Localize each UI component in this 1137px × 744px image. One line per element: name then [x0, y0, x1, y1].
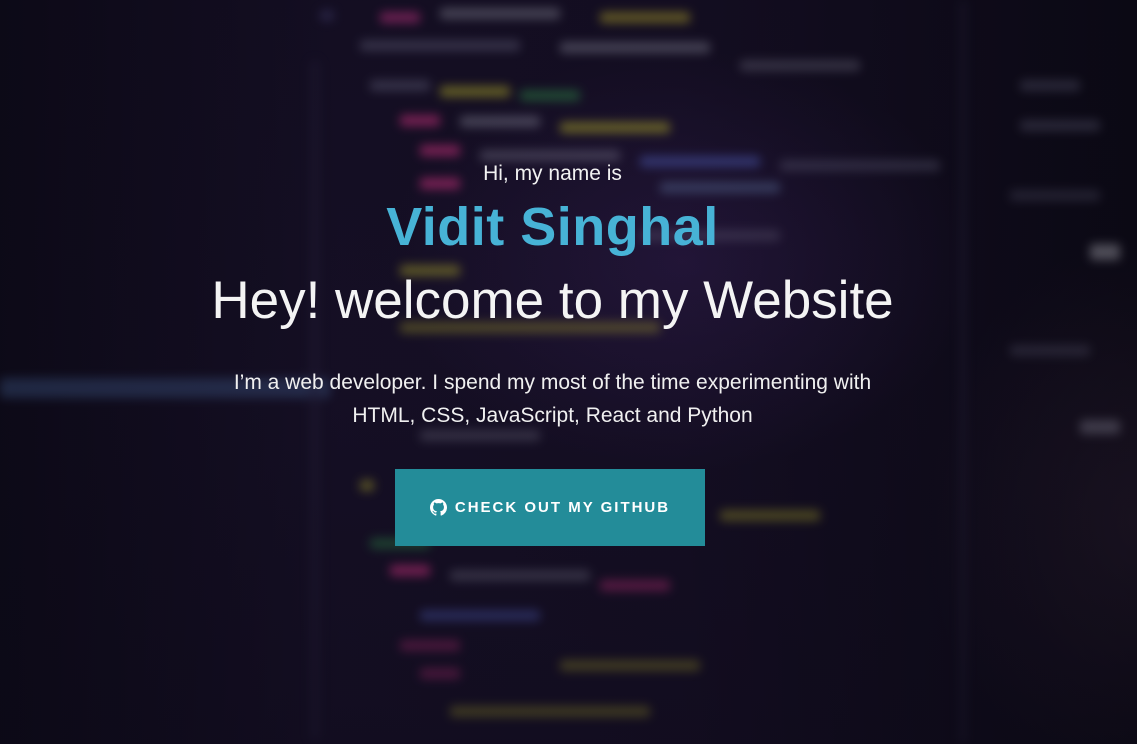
welcome-heading: Hey! welcome to my Website: [211, 271, 894, 330]
hero-section: Hi, my name is Vidit Singhal Hey! welcom…: [0, 0, 1137, 744]
author-name: Vidit Singhal: [386, 197, 719, 257]
hero-content: Hi, my name is Vidit Singhal Hey! welcom…: [0, 0, 1137, 744]
github-button-label: CHECK OUT MY GITHUB: [454, 499, 671, 516]
bio-text: I’m a web developer. I spend my most of …: [233, 371, 872, 427]
github-button[interactable]: CHECK OUT MY GITHUB: [395, 469, 705, 546]
greeting-text: Hi, my name is: [483, 162, 622, 185]
github-icon: [429, 499, 447, 516]
